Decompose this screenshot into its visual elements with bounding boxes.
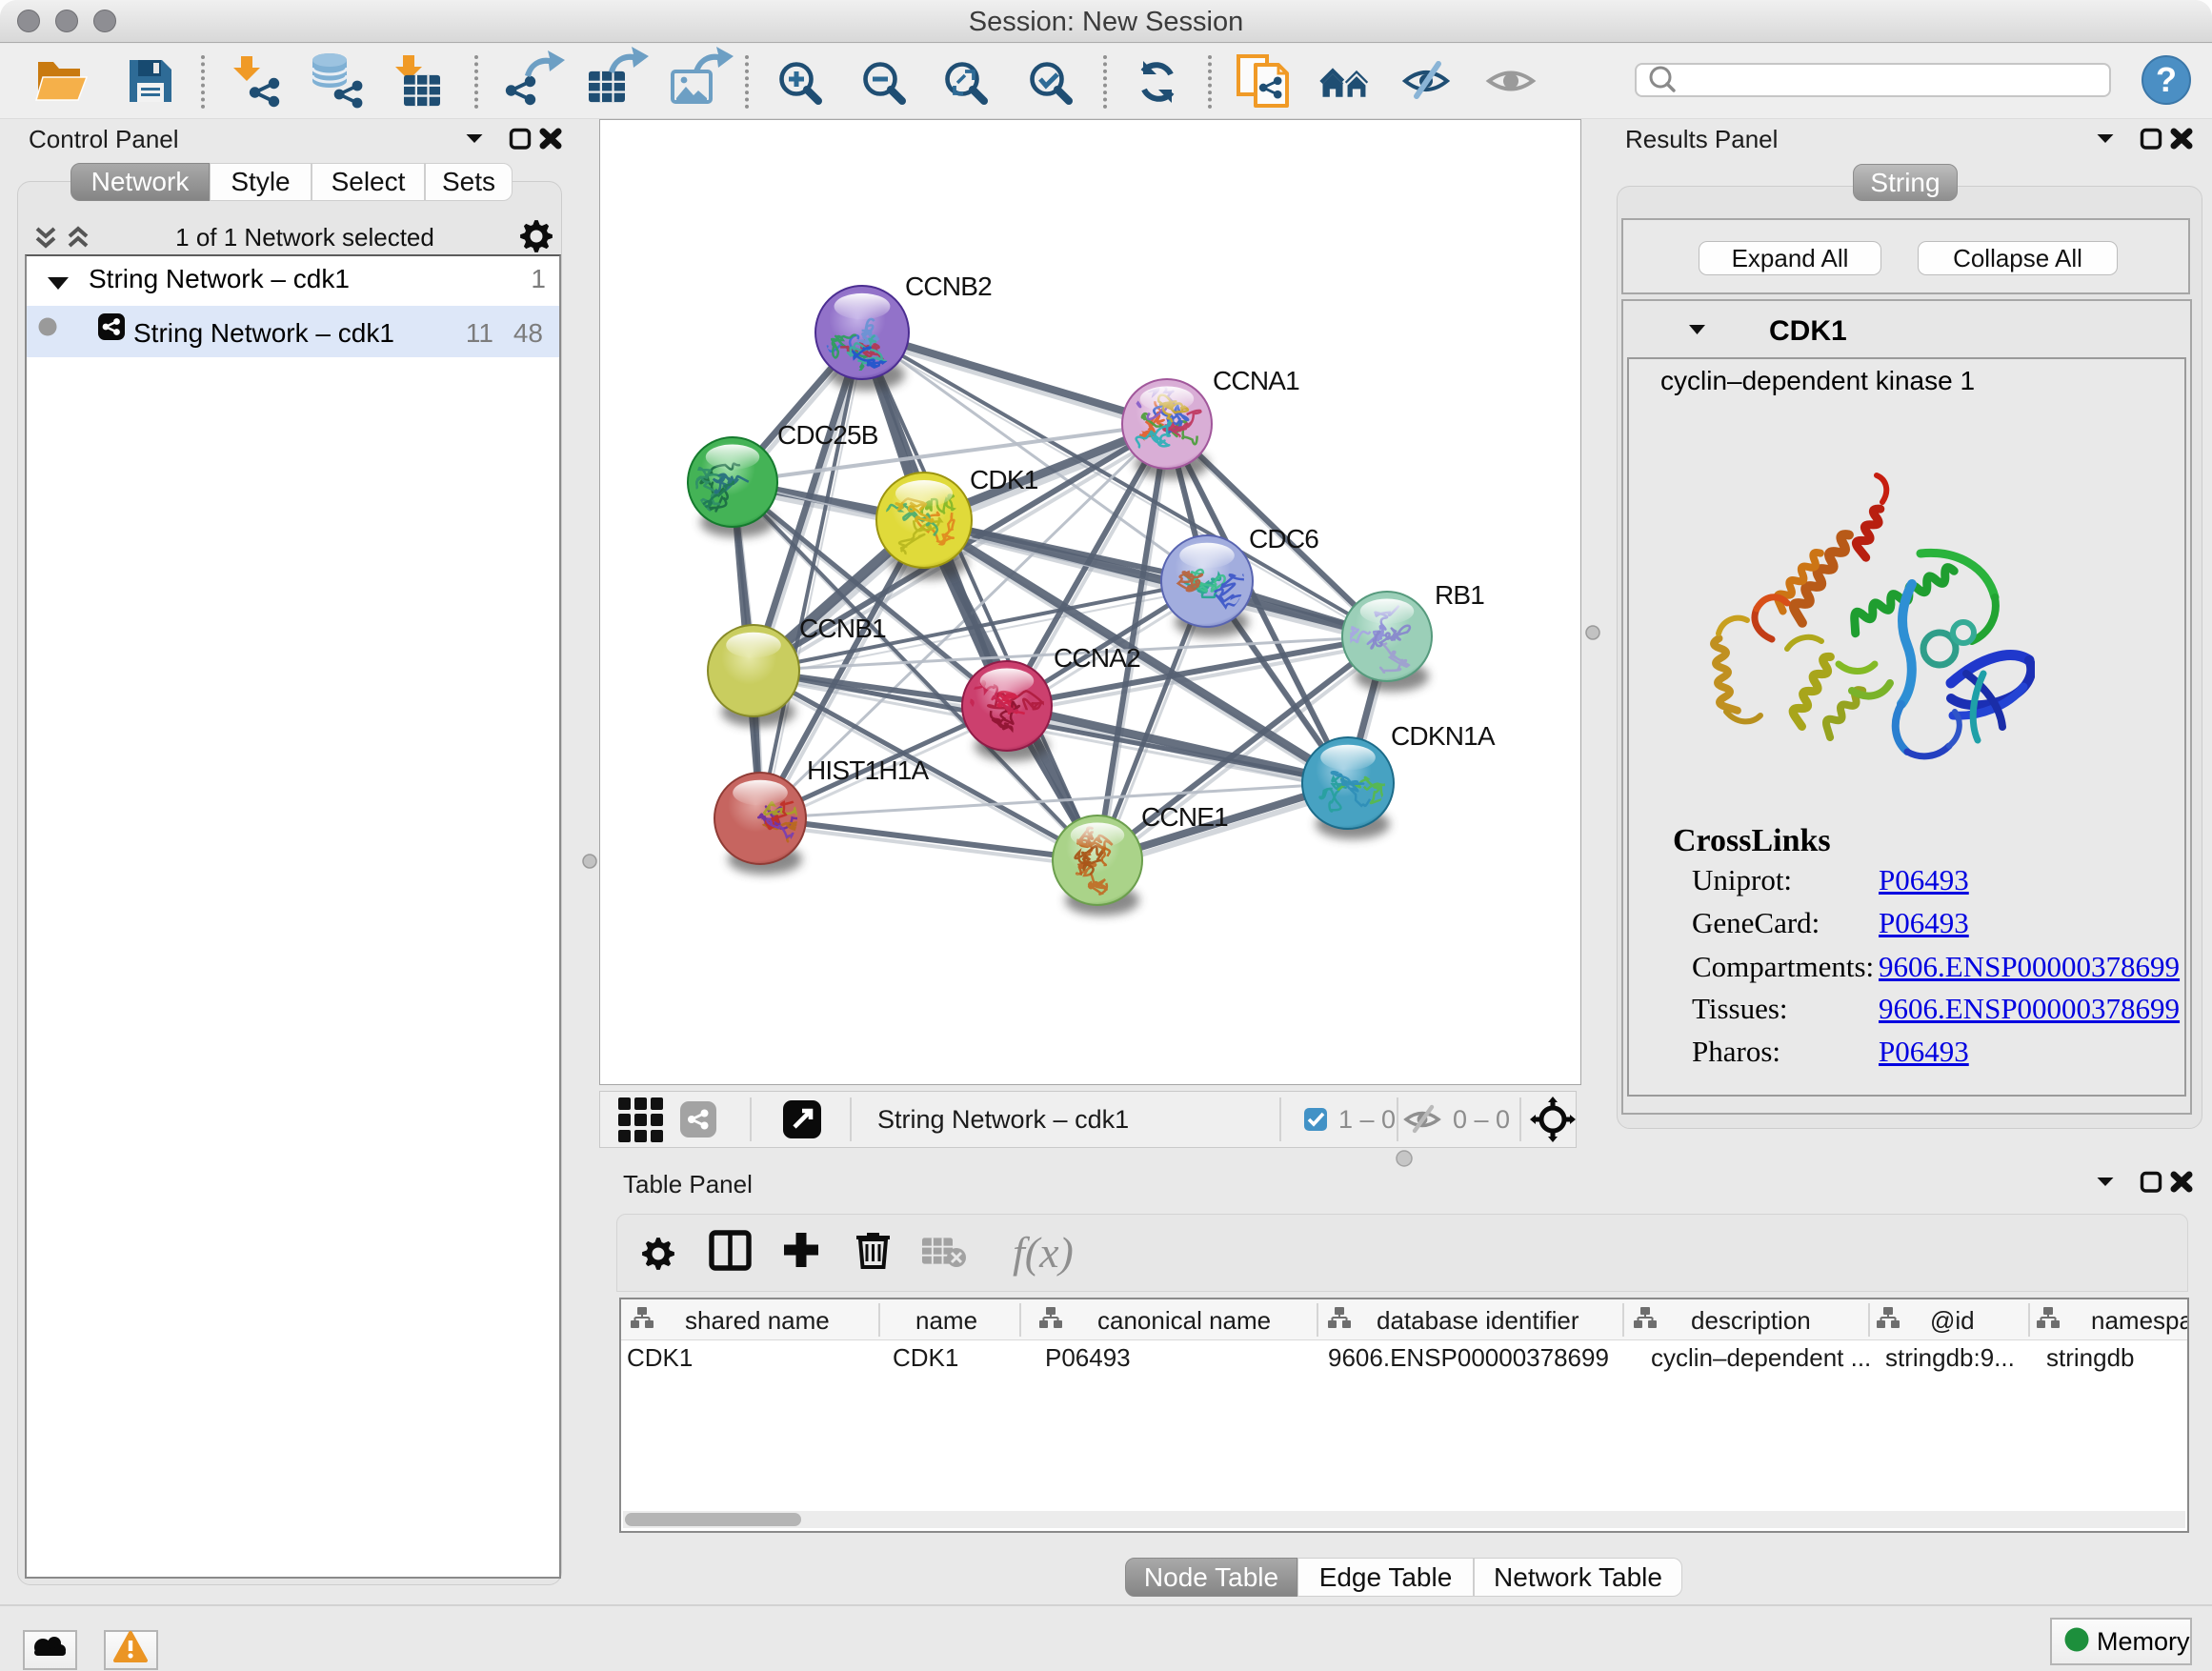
svg-text:CDC6: CDC6 [1249,524,1318,554]
svg-text:HIST1H1A: HIST1H1A [807,755,930,785]
svg-text:CCNE1: CCNE1 [1141,802,1228,832]
svg-text:CDK1: CDK1 [970,465,1038,494]
svg-text:CCNA1: CCNA1 [1213,366,1299,395]
svg-text:RB1: RB1 [1435,580,1484,610]
svg-text:CDC25B: CDC25B [777,420,878,450]
svg-text:CCNA2: CCNA2 [1054,643,1140,673]
svg-text:CCNB2: CCNB2 [905,272,992,301]
svg-text:CDKN1A: CDKN1A [1391,721,1496,751]
svg-text:CCNB1: CCNB1 [799,614,886,643]
